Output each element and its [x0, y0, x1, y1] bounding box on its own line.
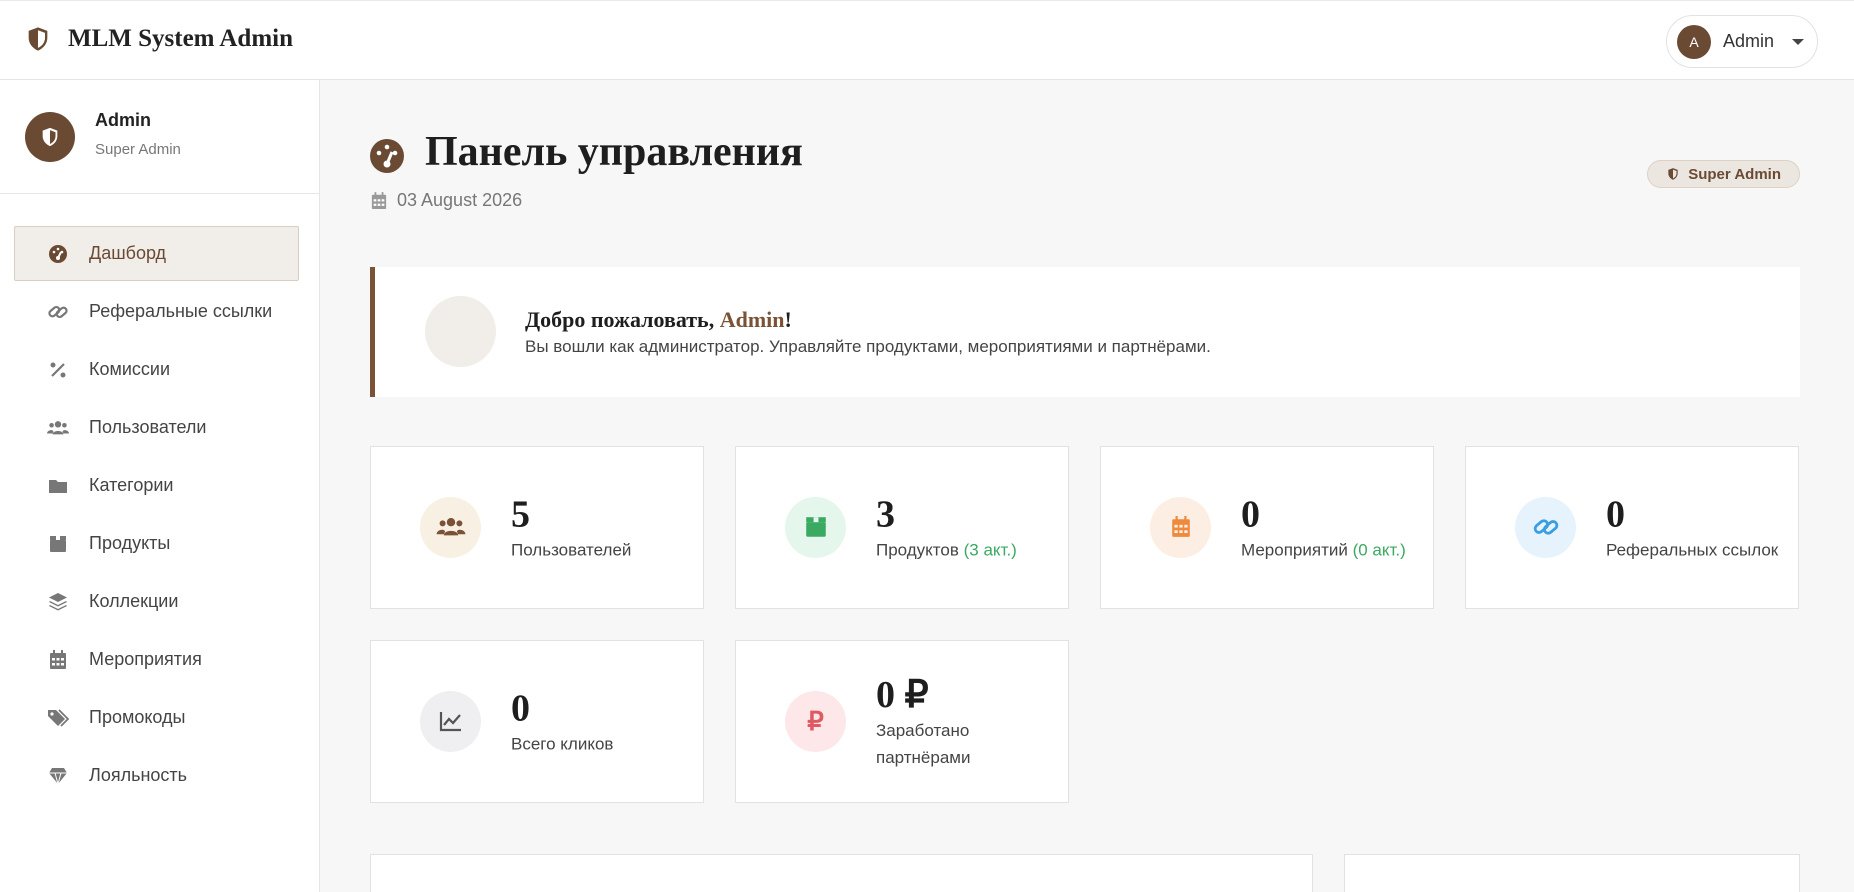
shield-icon: [42, 127, 58, 147]
main-content: Панель управления 03 August 2026 Super A…: [321, 80, 1854, 892]
sidebar-item-collections[interactable]: Коллекции: [14, 574, 299, 629]
gem-icon: [47, 765, 69, 787]
sidebar-nav: Дашборд Реферальные ссылки Комиссии Поль…: [14, 226, 299, 806]
sidebar-item-promocodes[interactable]: Промокоды: [14, 690, 299, 745]
ruble-icon: ₽: [785, 690, 846, 752]
sidebar-item-events[interactable]: Мероприятия: [14, 632, 299, 687]
stat-value: 5: [511, 493, 530, 535]
sidebar-item-label: Пользователи: [89, 417, 207, 437]
stat-card-products[interactable]: 3 Продуктов (3 акт.): [735, 446, 1069, 609]
sidebar-item-label: Лояльность: [89, 765, 188, 785]
stat-label: Мероприятий (0 акт.): [1241, 540, 1406, 559]
profile-name: Admin: [95, 110, 151, 130]
user-name: Admin: [1723, 31, 1775, 51]
link-icon: [47, 301, 69, 323]
sidebar-item-label: Мероприятия: [89, 649, 202, 669]
sidebar-item-dashboard[interactable]: Дашборд: [14, 226, 299, 281]
chart-line-icon: [420, 690, 481, 752]
sidebar-item-label: Коллекции: [89, 591, 179, 611]
welcome-user-name: Admin: [719, 307, 785, 332]
stat-card-users[interactable]: 5 Пользователей: [370, 446, 704, 609]
stat-value: 0: [511, 687, 530, 729]
profile-role: Super Admin: [95, 141, 181, 158]
box-icon: [47, 533, 69, 555]
avatar: A: [1677, 24, 1711, 59]
sidebar-item-label: Комиссии: [89, 359, 171, 379]
sidebar-item-loyalty[interactable]: Лояльность: [14, 748, 299, 803]
shield-icon: [28, 27, 48, 51]
welcome-avatar: [425, 296, 496, 367]
welcome-title: Добро пожаловать, Admin!: [525, 307, 792, 332]
dashboard-icon: [370, 139, 404, 173]
panel-right: [1344, 854, 1800, 892]
stat-label: Продуктов (3 акт.): [876, 540, 1017, 559]
percent-icon: [47, 359, 69, 381]
sidebar-item-referral-links[interactable]: Реферальные ссылки: [14, 284, 299, 339]
sidebar-item-label: Дашборд: [89, 243, 167, 263]
sidebar: Admin Super Admin Дашборд Реферальные сс…: [0, 80, 320, 892]
sidebar-item-categories[interactable]: Категории: [14, 458, 299, 513]
sidebar-item-label: Категории: [89, 475, 174, 495]
sidebar-item-label: Продукты: [89, 533, 171, 553]
stat-card-earnings[interactable]: ₽ 0 ₽ Заработано партнёрами: [735, 640, 1069, 803]
top-navbar: MLM System Admin A Admin: [0, 0, 1854, 80]
folder-icon: [47, 475, 69, 497]
page-title: Панель управления: [425, 129, 803, 175]
brand-title: MLM System Admin: [68, 25, 293, 52]
sidebar-profile: Admin Super Admin: [0, 80, 319, 194]
box-icon: [785, 496, 846, 558]
brand[interactable]: MLM System Admin: [24, 25, 293, 53]
stat-card-events[interactable]: 0 Мероприятий (0 акт.): [1100, 446, 1434, 609]
sidebar-item-label: Промокоды: [89, 707, 186, 727]
stat-label: Реферальных ссылок: [1606, 540, 1779, 559]
stat-sub: (3 акт.): [963, 540, 1017, 559]
sidebar-item-label: Реферальные ссылки: [89, 301, 273, 321]
role-badge-label: Super Admin: [1688, 165, 1781, 183]
calendar-icon: [371, 191, 387, 209]
panel-left: [370, 854, 1313, 892]
stat-value: 3: [876, 493, 895, 535]
stat-label: Всего кликов: [511, 734, 614, 753]
stat-card-clicks[interactable]: 0 Всего кликов: [370, 640, 704, 803]
caret-down-icon: [1792, 38, 1805, 45]
calendar-icon: [47, 649, 69, 671]
shield-icon: [1668, 168, 1678, 180]
stat-card-referral-links[interactable]: 0 Реферальных ссылок: [1465, 446, 1799, 609]
date-text: 03 August 2026: [397, 190, 523, 210]
profile-avatar: [25, 112, 75, 162]
stat-label: Пользователей: [511, 540, 632, 559]
status-badge: Super Admin: [1647, 160, 1800, 188]
tags-icon: [47, 707, 69, 729]
sidebar-item-users[interactable]: Пользователи: [14, 400, 299, 455]
layers-icon: [47, 591, 69, 613]
user-menu-button[interactable]: A Admin: [1666, 15, 1818, 68]
welcome-text: Вы вошли как администратор. Управляйте п…: [525, 337, 1211, 356]
users-icon: [420, 496, 481, 558]
link-icon: [1515, 496, 1576, 558]
stat-value: 0 ₽: [876, 673, 929, 716]
stat-sub: (0 акт.): [1352, 540, 1406, 559]
stat-value: 0: [1606, 493, 1625, 535]
calendar-icon: [1150, 496, 1211, 558]
sidebar-item-commissions[interactable]: Комиссии: [14, 342, 299, 397]
stat-label: Заработано партнёрами: [876, 720, 971, 767]
page-date: 03 August 2026: [371, 190, 522, 211]
welcome-banner: Добро пожаловать, Admin! Вы вошли как ад…: [370, 267, 1800, 397]
stat-value: 0: [1241, 493, 1260, 535]
users-icon: [47, 417, 69, 439]
sidebar-item-products[interactable]: Продукты: [14, 516, 299, 571]
dashboard-icon: [47, 243, 69, 265]
